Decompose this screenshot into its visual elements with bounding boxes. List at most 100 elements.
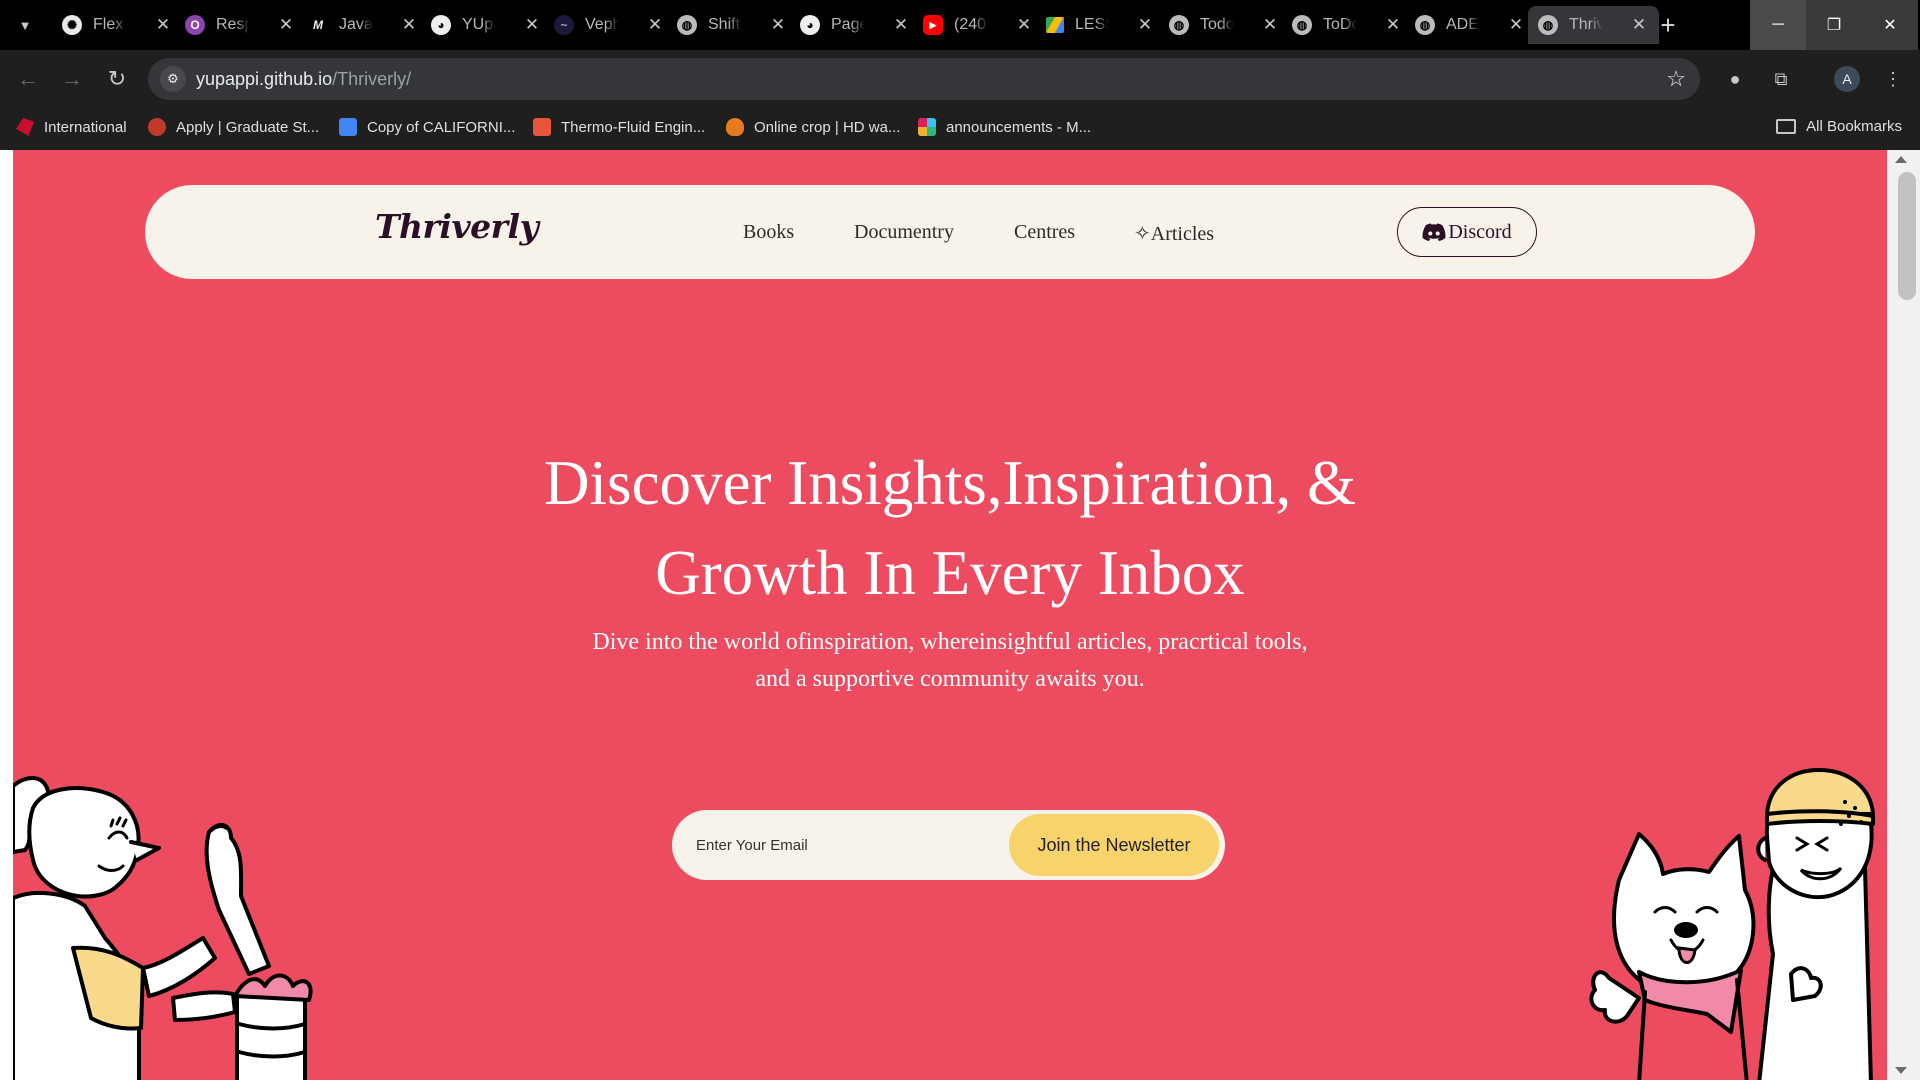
site-logo[interactable]: Thriverly [375, 207, 539, 246]
tab[interactable]: ◍ ToDo ✕ [1282, 6, 1413, 44]
google-docs-icon [339, 118, 357, 136]
join-newsletter-button[interactable]: Join the Newsletter [1009, 814, 1219, 876]
tab[interactable]: ~ Veph ✕ [544, 6, 675, 44]
youtube-icon: ▶ [923, 15, 943, 35]
folder-icon [1776, 119, 1797, 134]
tab-title: Shift [708, 16, 741, 33]
close-icon[interactable]: ✕ [1629, 15, 1649, 35]
subtext-line: Dive into the world ofinspiration, where… [592, 629, 1308, 655]
close-icon[interactable]: ✕ [891, 15, 911, 35]
tab[interactable]: M JavaS ✕ [298, 6, 429, 44]
browser-toolbar: ← → ↻ ⚙ yupappi.github.io/Thriverly/ ☆ ●… [0, 50, 1920, 108]
globe-icon: ◍ [1292, 15, 1312, 35]
close-icon[interactable]: ✕ [1383, 15, 1403, 35]
tab-title: Veph [585, 16, 619, 33]
close-icon[interactable]: ✕ [645, 15, 665, 35]
site-navbar: Thriverly Books Documentry Centres ✧Arti… [145, 185, 1755, 279]
close-window-button[interactable]: ✕ [1862, 0, 1918, 50]
baker-illustration [13, 776, 313, 1080]
site-info-icon[interactable]: ⚙ [160, 66, 186, 92]
slack-icon [918, 118, 936, 136]
bookmark-item[interactable]: Apply | Graduate St... [148, 118, 319, 136]
subtext-line: and a supportive community awaits you. [755, 666, 1145, 692]
tab[interactable]: LESS ✕ [1036, 6, 1165, 44]
tab[interactable]: ◍ ADEL ✕ [1405, 6, 1536, 44]
close-icon[interactable]: ✕ [1014, 15, 1034, 35]
google-drive-icon [1046, 17, 1064, 33]
tab-active[interactable]: ◍ Thriv ✕ [1528, 6, 1659, 44]
tab[interactable]: ◍ Todo ✕ [1159, 6, 1290, 44]
tab[interactable]: ✺ Flex S ✕ [52, 6, 183, 44]
calendar-icon [533, 118, 551, 136]
tab-search-chevron-icon[interactable]: ▼ [12, 12, 38, 38]
nav-link-centres[interactable]: Centres [1014, 221, 1075, 244]
forward-button[interactable]: → [57, 64, 87, 94]
tab[interactable]: ▶ (240) ✕ [913, 6, 1044, 44]
discord-button[interactable]: Discord [1397, 207, 1537, 257]
all-bookmarks-button[interactable]: All Bookmarks [1776, 118, 1902, 135]
url-text[interactable]: yupappi.github.io/Thriverly/ [196, 69, 411, 90]
minimize-button[interactable]: ─ [1750, 0, 1806, 50]
tab-title: YUpa [462, 16, 496, 33]
tab[interactable]: O Respo ✕ [175, 6, 306, 44]
bookmark-item[interactable]: Thermo-Fluid Engin... [533, 118, 705, 136]
restore-button[interactable]: ❐ [1806, 0, 1862, 50]
bookmark-item[interactable]: International [16, 118, 127, 136]
close-icon[interactable]: ✕ [1506, 15, 1526, 35]
bookmark-item[interactable]: announcements - M... [918, 118, 1091, 136]
bookmark-item[interactable]: Copy of CALIFORNI... [339, 118, 515, 136]
new-tab-button[interactable]: + [1652, 9, 1684, 41]
close-icon[interactable]: ✕ [399, 15, 419, 35]
tab-title: Page [831, 16, 865, 33]
hero-section: Thriverly Books Documentry Centres ✧Arti… [13, 150, 1887, 1080]
tab-title: Thriv [1569, 16, 1603, 33]
menu-kebab-icon[interactable]: ⋮ [1880, 66, 1906, 92]
newsletter-form: Join the Newsletter [672, 810, 1225, 880]
dog-and-person-illustration [1589, 768, 1875, 1080]
close-icon[interactable]: ✕ [276, 15, 296, 35]
scroll-thumb[interactable] [1898, 172, 1916, 300]
close-icon[interactable]: ✕ [522, 15, 542, 35]
medium-m-icon: M [313, 18, 323, 32]
openai-icon: ✺ [62, 15, 82, 35]
nav-link-articles[interactable]: ✧Articles [1134, 221, 1214, 246]
bookmarks-bar: International Apply | Graduate St... Cop… [0, 108, 1920, 150]
bookmark-item[interactable]: Online crop | HD wa... [726, 118, 900, 136]
github-icon: ◕ [431, 15, 451, 35]
close-icon[interactable]: ✕ [1260, 15, 1280, 35]
tab-title: ADEL [1446, 16, 1480, 33]
extension-icon[interactable]: ● [1722, 66, 1748, 92]
tab-title: Respo [216, 16, 250, 33]
extensions-puzzle-icon[interactable]: ⧉ [1768, 66, 1794, 92]
scroll-up-icon[interactable] [1895, 156, 1907, 163]
tab-strip: ▼ ✺ Flex S ✕ O Respo ✕ M JavaS ✕ ◕ YUpa … [0, 0, 1920, 50]
avatar[interactable]: A [1834, 66, 1860, 92]
tab-title: Flex S [93, 16, 127, 33]
tab[interactable]: ◍ Shift ✕ [667, 6, 798, 44]
hero-subtext: Dive into the world ofinspiration, where… [570, 624, 1330, 698]
nav-link-documentry[interactable]: Documentry [854, 221, 954, 244]
flame-icon [726, 118, 744, 136]
globe-icon: ◍ [1415, 15, 1435, 35]
headline-line: Growth In Every Inbox [655, 538, 1245, 608]
scroll-down-icon[interactable] [1895, 1067, 1907, 1074]
web-page: Thriverly Books Documentry Centres ✧Arti… [0, 150, 1920, 1080]
back-button[interactable]: ← [13, 64, 43, 94]
discord-label: Discord [1448, 220, 1512, 243]
close-icon[interactable]: ✕ [768, 15, 788, 35]
nav-link-books[interactable]: Books [743, 221, 794, 244]
email-input[interactable] [696, 830, 996, 860]
globe-icon: ◍ [677, 15, 697, 35]
bookmark-star-icon[interactable]: ☆ [1666, 66, 1686, 92]
close-icon[interactable]: ✕ [153, 15, 173, 35]
tab[interactable]: ◕ YUpa ✕ [421, 6, 552, 44]
page-scrollbar[interactable] [1887, 150, 1920, 1080]
dark-wave-icon: ~ [554, 15, 574, 35]
red-wsu-icon [16, 118, 34, 136]
tab-title: JavaS [339, 16, 373, 33]
address-bar[interactable]: ⚙ yupappi.github.io/Thriverly/ ☆ [148, 58, 1700, 100]
close-icon[interactable]: ✕ [1135, 15, 1155, 35]
tab[interactable]: ◕ Page ✕ [790, 6, 921, 44]
reload-button[interactable]: ↻ [102, 64, 132, 94]
tab-title: ToDo [1323, 16, 1357, 33]
